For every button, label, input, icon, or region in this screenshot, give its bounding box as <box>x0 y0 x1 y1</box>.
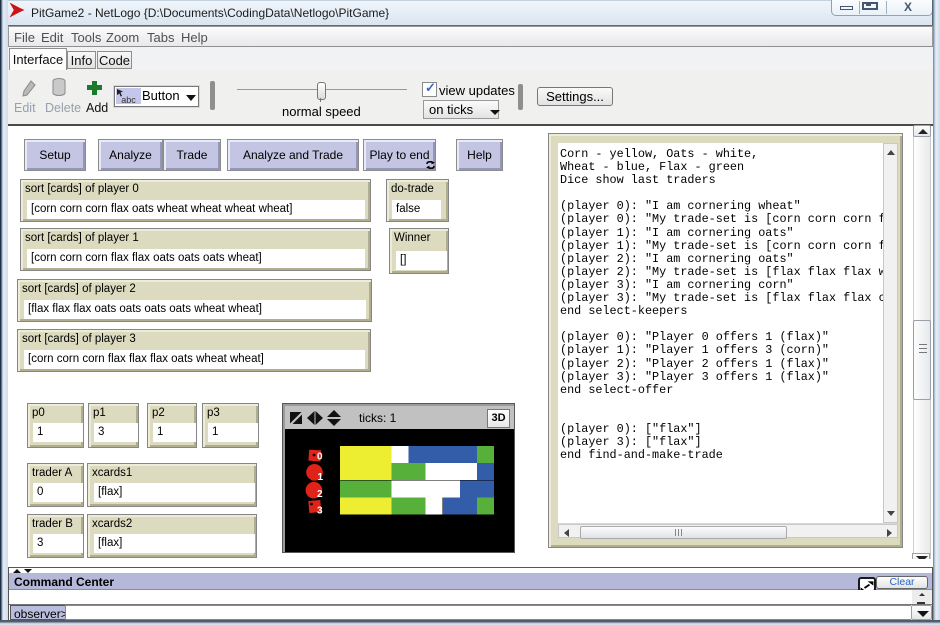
svg-text:1: 1 <box>318 472 324 483</box>
svg-text:0: 0 <box>317 452 323 463</box>
svg-text:3: 3 <box>317 506 323 517</box>
svg-text:2: 2 <box>317 489 323 500</box>
